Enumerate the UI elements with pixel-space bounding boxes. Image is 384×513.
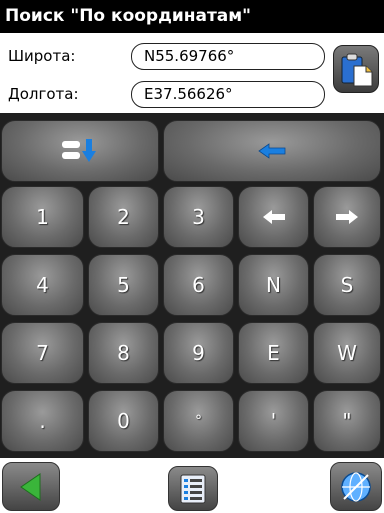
key-7[interactable]: 7 xyxy=(1,322,84,384)
latitude-row: Широта: N55.69766° xyxy=(0,39,330,75)
globe-button[interactable] xyxy=(330,462,382,511)
keypad: 1 2 3 4 5 6 N S 7 8 9 E W . 0 ° ' " xyxy=(0,113,384,458)
cursor-left-icon xyxy=(262,210,285,224)
key-2[interactable]: 2 xyxy=(88,186,159,248)
coordinates-panel: Широта: N55.69766° Долгота: E37.56626° xyxy=(0,33,384,113)
key-n[interactable]: N xyxy=(238,254,309,316)
latitude-label: Широта: xyxy=(8,47,76,65)
menu-button[interactable] xyxy=(168,466,218,511)
back-triangle-icon xyxy=(20,472,41,501)
key-5[interactable]: 5 xyxy=(88,254,159,316)
switch-input-icon xyxy=(62,139,96,162)
cursor-left-button[interactable] xyxy=(238,186,309,248)
list-menu-icon xyxy=(180,474,206,503)
key-1[interactable]: 1 xyxy=(1,186,84,248)
globe-icon xyxy=(341,471,371,502)
key-second[interactable]: " xyxy=(313,390,381,452)
backspace-arrow-icon xyxy=(258,143,286,159)
longitude-field[interactable]: E37.56626° xyxy=(131,81,325,108)
key-6[interactable]: 6 xyxy=(163,254,234,316)
key-w[interactable]: W xyxy=(313,322,381,384)
switch-field-button[interactable] xyxy=(1,120,159,182)
window-title: Поиск "По координатам" xyxy=(0,0,384,33)
key-3[interactable]: 3 xyxy=(163,186,234,248)
longitude-label: Долгота: xyxy=(8,85,79,103)
paste-button[interactable] xyxy=(333,45,379,93)
key-degree[interactable]: ° xyxy=(163,390,234,452)
key-0[interactable]: 0 xyxy=(88,390,159,452)
back-button[interactable] xyxy=(2,462,60,511)
bottom-toolbar xyxy=(0,458,384,513)
key-e[interactable]: E xyxy=(238,322,309,384)
key-s[interactable]: S xyxy=(313,254,381,316)
backspace-button[interactable] xyxy=(163,120,381,182)
cursor-right-icon xyxy=(336,210,358,224)
key-minute[interactable]: ' xyxy=(238,390,309,452)
key-dot[interactable]: . xyxy=(1,390,84,452)
key-4[interactable]: 4 xyxy=(1,254,84,316)
key-9[interactable]: 9 xyxy=(163,322,234,384)
key-8[interactable]: 8 xyxy=(88,322,159,384)
cursor-right-button[interactable] xyxy=(313,186,381,248)
longitude-row: Долгота: E37.56626° xyxy=(0,77,330,113)
latitude-field[interactable]: N55.69766° xyxy=(131,43,325,70)
clipboard-paste-icon xyxy=(341,53,373,87)
